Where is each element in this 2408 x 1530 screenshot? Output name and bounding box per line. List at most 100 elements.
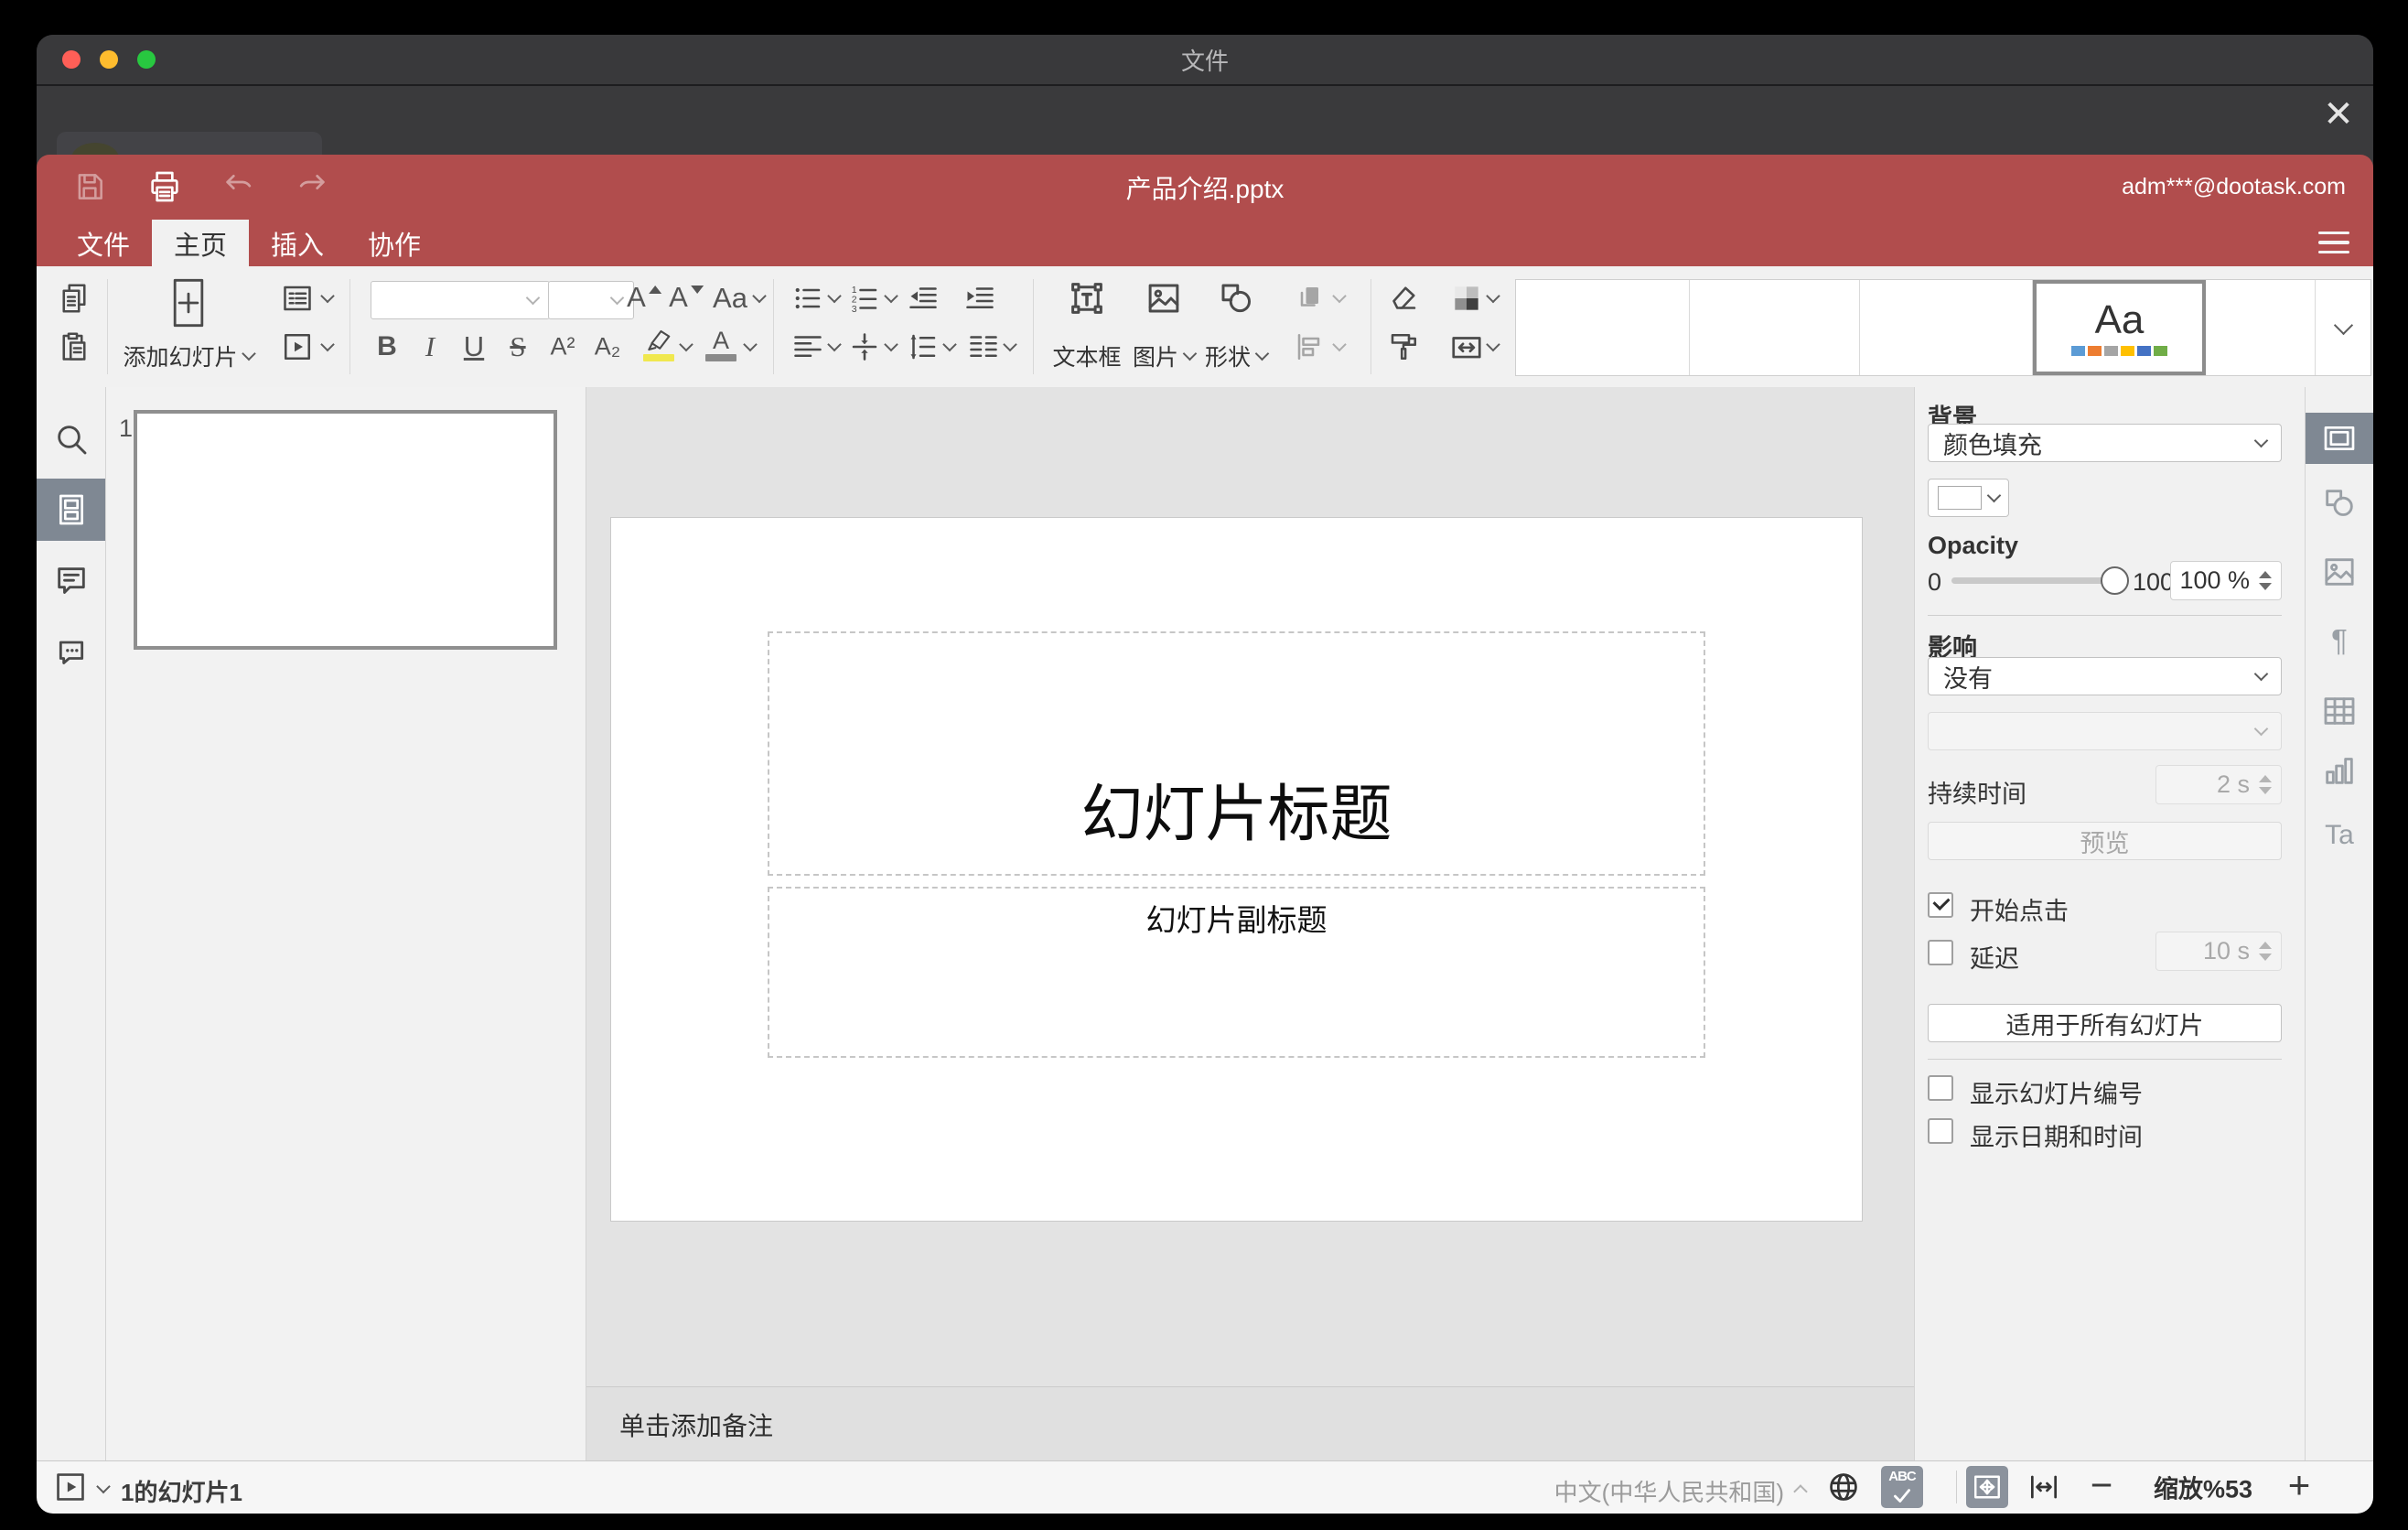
increment-font-button[interactable]: A (627, 281, 661, 314)
slide-settings-tab[interactable] (2306, 413, 2373, 464)
apply-to-all-slides-button[interactable]: 适用于所有幻灯片 (1928, 1004, 2282, 1042)
sidebar-search-button[interactable] (37, 408, 105, 470)
document-language[interactable]: 中文(中华人民共和国) (1500, 1474, 1784, 1508)
horizontal-align-chevron[interactable] (827, 337, 842, 352)
highlight-color-chevron[interactable] (679, 337, 693, 352)
font-size-combobox[interactable] (548, 281, 634, 319)
start-slideshow-status-button[interactable] (53, 1470, 88, 1504)
change-case-button[interactable]: Aa (713, 282, 747, 315)
bullets-chevron[interactable] (827, 288, 842, 304)
theme-item[interactable] (1516, 280, 1690, 375)
theme-item[interactable] (1860, 280, 2033, 375)
delay-checkbox[interactable] (1928, 940, 1953, 965)
slideshow-mode-chevron[interactable] (96, 1479, 111, 1494)
decrement-font-button[interactable]: A (669, 281, 704, 314)
chart-settings-tab[interactable] (2306, 745, 2373, 796)
decrease-indent-button[interactable] (907, 282, 940, 315)
font-name-combobox[interactable] (371, 281, 550, 319)
set-language-button[interactable] (1826, 1470, 1861, 1504)
horizontal-align-button[interactable] (791, 330, 824, 363)
opacity-slider-track[interactable] (1951, 577, 2118, 584)
show-slide-number-checkbox[interactable] (1928, 1075, 1953, 1101)
effect-select[interactable]: 没有 (1928, 657, 2282, 695)
start-slideshow-chevron[interactable] (320, 337, 335, 352)
add-slide-label-button[interactable]: 添加幻灯片 (123, 339, 256, 372)
align-objects-chevron[interactable] (1332, 337, 1347, 352)
slide-thumbnail[interactable] (134, 410, 557, 650)
vertical-align-button[interactable] (848, 330, 881, 363)
sidebar-slides-button[interactable] (37, 479, 105, 541)
clear-style-button[interactable] (1387, 282, 1420, 315)
superscript-button[interactable]: A² (551, 333, 575, 361)
slide-layout-chevron[interactable] (320, 288, 335, 304)
paragraph-settings-tab[interactable]: ¶ (2306, 615, 2373, 666)
menu-button[interactable] (2318, 232, 2349, 254)
columns-chevron[interactable] (1003, 337, 1017, 352)
align-objects-button[interactable] (1294, 330, 1327, 363)
start-slideshow-button[interactable] (281, 330, 314, 363)
shape-settings-tab[interactable] (2306, 478, 2373, 529)
textart-settings-tab[interactable]: Ta (2306, 810, 2373, 861)
tab-insert[interactable]: 插入 (249, 220, 346, 266)
increase-indent-button[interactable] (963, 282, 996, 315)
color-scheme-chevron[interactable] (1486, 288, 1500, 304)
spinner-arrows-icon[interactable] (2259, 571, 2272, 590)
theme-item[interactable] (1690, 280, 1860, 375)
bullets-button[interactable] (791, 282, 824, 315)
tab-collaboration[interactable]: 协作 (346, 220, 443, 266)
vertical-align-chevron[interactable] (884, 337, 898, 352)
copy-button[interactable] (58, 282, 91, 315)
add-slide-button[interactable] (170, 277, 207, 329)
close-file-button[interactable]: ✕ (2318, 94, 2359, 135)
tab-file[interactable]: 文件 (55, 220, 152, 266)
strikeout-button[interactable]: S (510, 330, 525, 363)
slide-size-chevron[interactable] (1486, 337, 1500, 352)
slide[interactable]: 幻灯片标题 幻灯片副标题 (611, 518, 1862, 1221)
font-color-button[interactable]: A (705, 329, 736, 361)
show-date-time-checkbox[interactable] (1928, 1118, 1953, 1144)
opacity-spinner[interactable]: 100 % (2170, 561, 2282, 600)
line-spacing-chevron[interactable] (942, 337, 957, 352)
paste-button[interactable] (58, 330, 91, 363)
insert-image-button[interactable] (1145, 279, 1183, 318)
subscript-button[interactable]: A₂ (595, 333, 621, 361)
numbering-button[interactable]: 123 (848, 282, 881, 315)
color-scheme-button[interactable] (1449, 281, 1484, 316)
italic-button[interactable]: I (425, 330, 435, 363)
insert-textbox-label-button[interactable]: 文本框 (1052, 339, 1121, 372)
notes-area[interactable]: 单击添加备注 (586, 1386, 1914, 1461)
title-placeholder[interactable]: 幻灯片标题 (768, 631, 1705, 876)
theme-item[interactable] (2206, 280, 2316, 375)
start-on-click-checkbox[interactable] (1928, 892, 1953, 918)
image-settings-tab[interactable] (2306, 546, 2373, 598)
insert-image-label-button[interactable]: 图片 (1133, 339, 1198, 372)
sidebar-comments-button[interactable] (37, 550, 105, 612)
opacity-slider-thumb[interactable] (2101, 566, 2129, 595)
bold-button[interactable]: B (377, 331, 397, 362)
theme-gallery-expand-button[interactable] (2316, 280, 2370, 375)
highlight-color-button[interactable] (643, 329, 674, 361)
copy-style-button[interactable] (1387, 330, 1420, 363)
theme-item-selected[interactable]: Aa (2033, 280, 2206, 375)
slide-layout-button[interactable] (281, 282, 314, 315)
sidebar-chat-button[interactable] (37, 620, 105, 683)
arrange-button[interactable] (1294, 282, 1327, 315)
columns-button[interactable] (967, 330, 1000, 363)
zoom-out-button[interactable]: − (2091, 1463, 2113, 1507)
insert-shape-button[interactable] (1217, 279, 1255, 318)
underline-button[interactable]: U (464, 330, 484, 363)
slide-size-button[interactable] (1449, 329, 1484, 364)
insert-textbox-button[interactable] (1068, 279, 1106, 318)
table-settings-tab[interactable] (2306, 685, 2373, 737)
subtitle-placeholder[interactable]: 幻灯片副标题 (768, 887, 1705, 1058)
language-caret[interactable] (1793, 1482, 1808, 1499)
numbering-chevron[interactable] (884, 288, 898, 304)
arrange-chevron[interactable] (1332, 288, 1347, 304)
tab-home[interactable]: 主页 (152, 220, 250, 266)
zoom-in-button[interactable]: + (2288, 1463, 2311, 1507)
font-color-chevron[interactable] (743, 337, 758, 352)
line-spacing-button[interactable] (907, 330, 940, 363)
background-fill-select[interactable]: 颜色填充 (1928, 424, 2282, 462)
change-case-chevron[interactable] (752, 288, 767, 304)
insert-shape-label-button[interactable]: 形状 (1205, 339, 1270, 372)
